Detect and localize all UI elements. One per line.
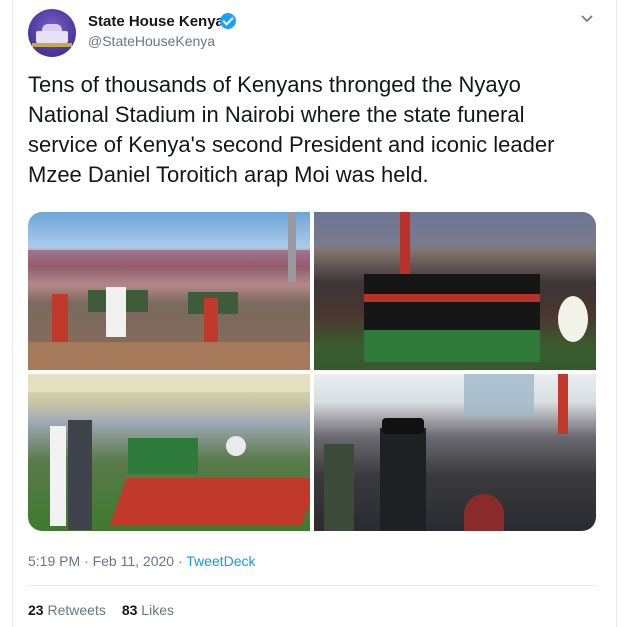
- likes-count: 83: [121, 602, 138, 618]
- stadium-column: [558, 374, 568, 434]
- state-house-building-icon: [36, 31, 68, 43]
- woman-in-red: [464, 494, 504, 531]
- retweets-count: 23: [28, 602, 44, 618]
- black-hat: [382, 418, 424, 434]
- flag-stripe: [364, 294, 540, 302]
- tweet-text: Tens of thousands of Kenyans thronged th…: [28, 72, 555, 187]
- track: [28, 342, 310, 370]
- chevron-down-icon[interactable]: [580, 12, 594, 26]
- casket-flag: [364, 274, 540, 330]
- red-carpet: [109, 478, 310, 526]
- flower-wreath: [558, 296, 588, 342]
- naval-officer: [50, 426, 66, 526]
- canopy: [28, 374, 310, 392]
- mourner-in-hat: [380, 428, 426, 531]
- avatar-base: [32, 43, 72, 47]
- soldier: [204, 298, 218, 342]
- casket-flag-photo[interactable]: [314, 212, 596, 370]
- likes-stat[interactable]: 83 Likes: [122, 602, 174, 618]
- tweet-source-link[interactable]: TweetDeck: [186, 553, 255, 569]
- user-handle[interactable]: @StateHouseKenya: [88, 33, 215, 49]
- avatar[interactable]: [28, 9, 76, 57]
- tweet-date[interactable]: Feb 11, 2020: [93, 553, 174, 569]
- floodlight-tower: [288, 212, 296, 282]
- stadium-procession-photo[interactable]: [28, 212, 310, 370]
- wreath: [226, 436, 246, 456]
- retweets-label: Retweets: [47, 602, 106, 618]
- official-in-suit: [68, 420, 92, 530]
- separator: ·: [80, 553, 93, 569]
- retweets-stat[interactable]: 23 Retweets: [28, 602, 106, 618]
- honour-guard-photo[interactable]: [28, 374, 310, 531]
- stadium-crowd: [28, 250, 310, 270]
- separator: ·: [174, 553, 187, 569]
- soldier: [52, 294, 68, 342]
- display-name[interactable]: State House Kenya: [88, 13, 224, 30]
- casket: [128, 438, 198, 474]
- officer: [324, 444, 354, 531]
- likes-label: Likes: [141, 602, 174, 618]
- mourners-photo[interactable]: [314, 374, 596, 531]
- casket-base: [364, 330, 540, 362]
- engagement-stats: 23 Retweets 83 Likes: [28, 602, 174, 618]
- floodlight-tower: [464, 374, 534, 416]
- naval-officer: [106, 287, 126, 337]
- tweet-time[interactable]: 5:19 PM: [28, 553, 80, 569]
- tweet-timestamp[interactable]: 5:19 PM · Feb 11, 2020 · TweetDeck: [28, 553, 256, 569]
- photo-grid[interactable]: [28, 212, 596, 531]
- divider: [28, 585, 596, 586]
- stadium-stands: [314, 212, 596, 248]
- verified-badge-icon: [220, 13, 236, 29]
